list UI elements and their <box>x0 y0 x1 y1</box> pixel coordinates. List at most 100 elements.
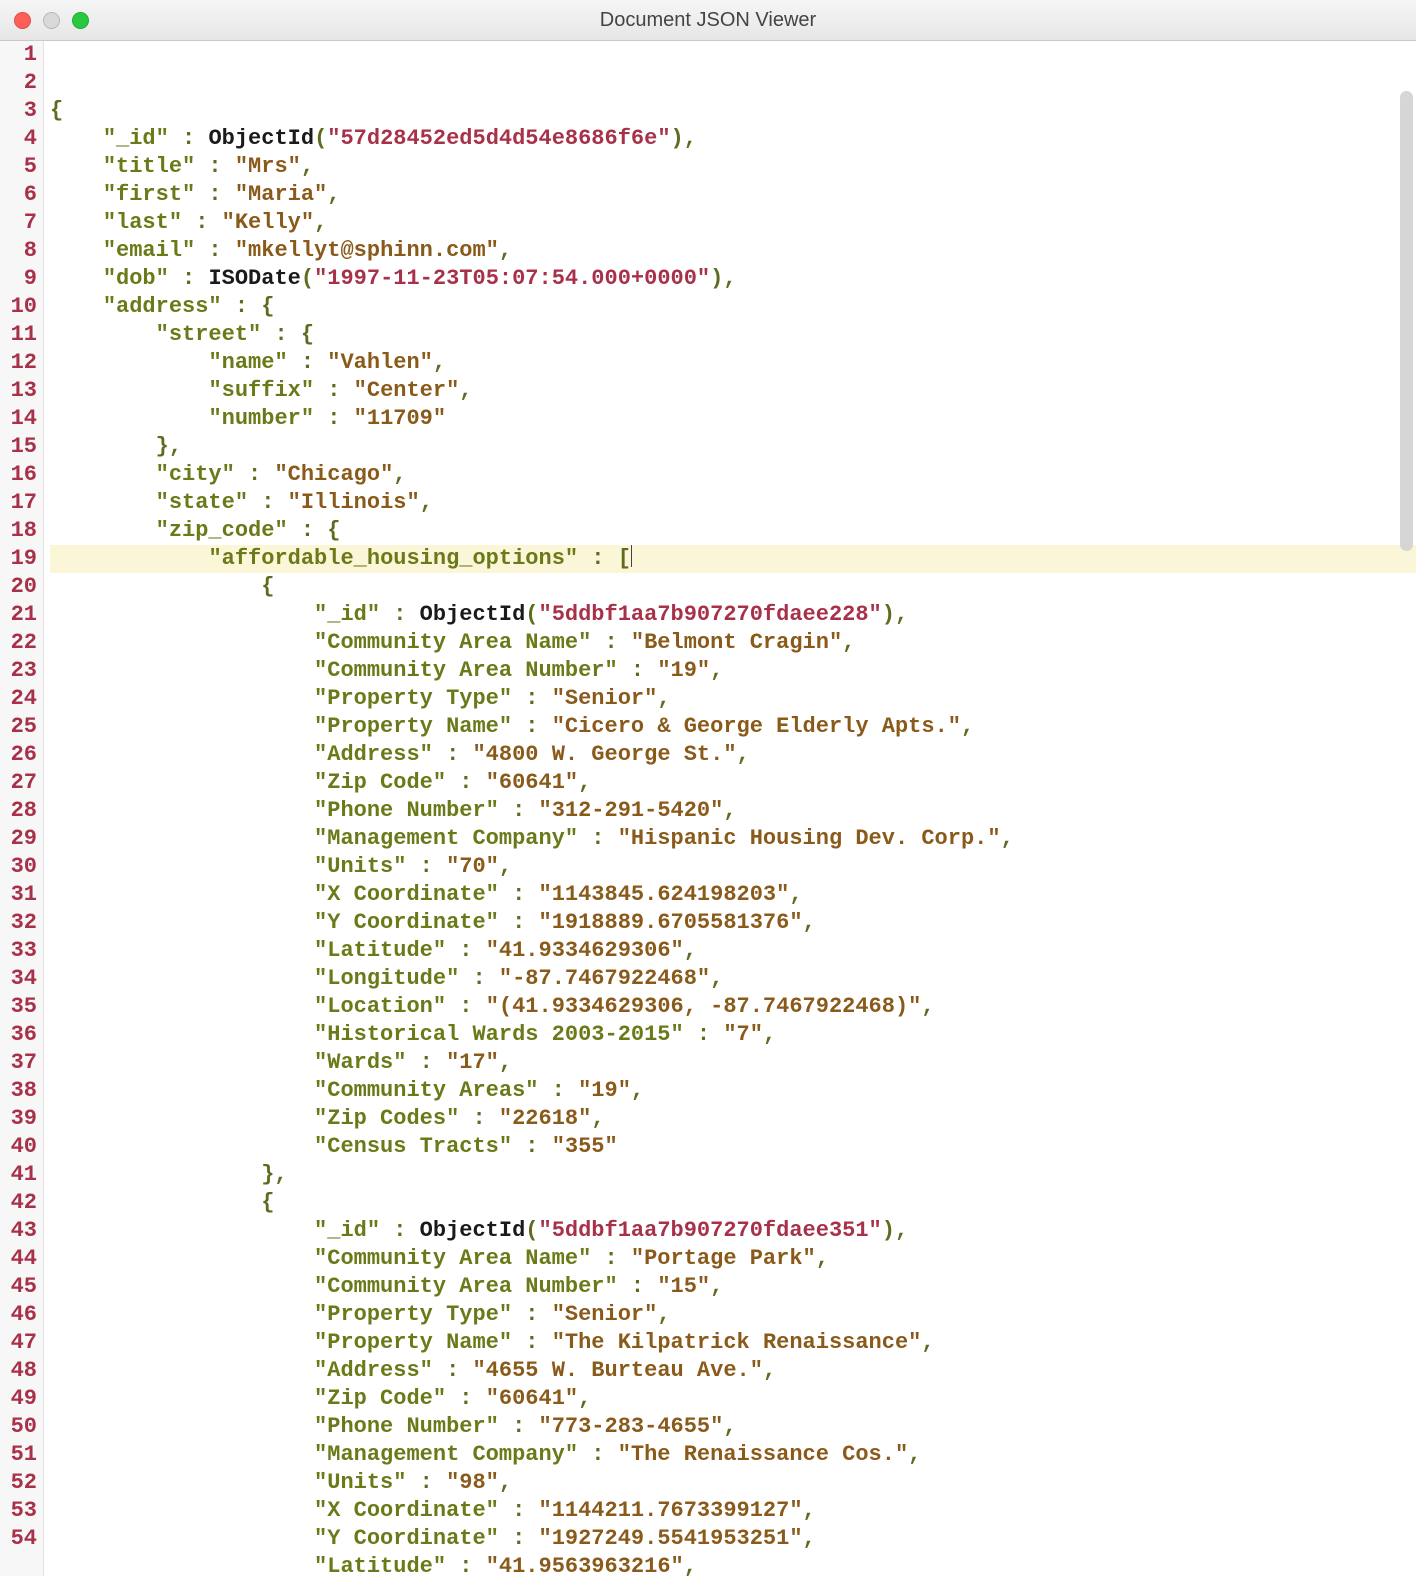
code-line[interactable]: "affordable_housing_options" : [ <box>50 545 1416 573</box>
code-line[interactable]: "Property Name" : "Cicero & George Elder… <box>50 713 1416 741</box>
code-line[interactable]: "Property Type" : "Senior", <box>50 1301 1416 1329</box>
zoom-window-button[interactable] <box>72 12 89 29</box>
close-window-button[interactable] <box>14 12 31 29</box>
token-str: "Illinois" <box>288 490 420 515</box>
token-colon: : <box>618 658 658 683</box>
minimize-window-button[interactable] <box>43 12 60 29</box>
token-punct: , <box>393 462 406 487</box>
code-line[interactable]: "Zip Code" : "60641", <box>50 1385 1416 1413</box>
code-line[interactable]: "Zip Code" : "60641", <box>50 769 1416 797</box>
json-editor[interactable]: 1234567891011121314151617181920212223242… <box>0 41 1416 1576</box>
window-title: Document JSON Viewer <box>0 9 1416 32</box>
code-line[interactable]: "state" : "Illinois", <box>50 489 1416 517</box>
line-number: 17 <box>0 489 37 517</box>
code-line[interactable]: "Property Type" : "Senior", <box>50 685 1416 713</box>
code-line[interactable]: "email" : "mkellyt@sphinn.com", <box>50 237 1416 265</box>
code-line[interactable]: "_id" : ObjectId("57d28452ed5d4d54e8686f… <box>50 125 1416 153</box>
code-line[interactable]: "Community Area Name" : "Portage Park", <box>50 1245 1416 1273</box>
code-line[interactable]: "Longitude" : "-87.7467922468", <box>50 965 1416 993</box>
code-line[interactable]: "zip_code" : { <box>50 517 1416 545</box>
token-key: "Management Company" <box>314 1442 578 1467</box>
token-punct: , <box>710 658 723 683</box>
token-key: "Phone Number" <box>314 1414 499 1439</box>
code-line[interactable]: "Community Area Name" : "Belmont Cragin"… <box>50 629 1416 657</box>
code-line[interactable]: "Census Tracts" : "355" <box>50 1133 1416 1161</box>
code-line[interactable]: "title" : "Mrs", <box>50 153 1416 181</box>
token-str: "Kelly" <box>222 210 314 235</box>
token-ident: ObjectId <box>420 602 526 627</box>
token-punct: { <box>50 98 63 123</box>
code-line[interactable]: }, <box>50 433 1416 461</box>
token-punct: { <box>261 574 274 599</box>
code-line[interactable]: "Latitude" : "41.9334629306", <box>50 937 1416 965</box>
token-key: "Community Areas" <box>314 1078 538 1103</box>
code-line[interactable]: "Units" : "70", <box>50 853 1416 881</box>
token-key: "Zip Code" <box>314 770 446 795</box>
code-line[interactable]: { <box>50 1189 1416 1217</box>
code-line[interactable]: "first" : "Maria", <box>50 181 1416 209</box>
code-line[interactable]: "X Coordinate" : "1144211.7673399127", <box>50 1497 1416 1525</box>
line-number: 1 <box>0 41 37 69</box>
code-line[interactable]: "Wards" : "17", <box>50 1049 1416 1077</box>
code-line[interactable]: "street" : { <box>50 321 1416 349</box>
code-line[interactable]: "Historical Wards 2003-2015" : "7", <box>50 1021 1416 1049</box>
token-key: "Community Area Name" <box>314 1246 591 1271</box>
token-punct: { <box>301 322 314 347</box>
code-line[interactable]: "Community Areas" : "19", <box>50 1077 1416 1105</box>
code-line[interactable]: "Property Name" : "The Kilpatrick Renais… <box>50 1329 1416 1357</box>
token-punct: }, <box>261 1162 287 1187</box>
token-colon: : <box>578 546 618 571</box>
token-colon: : <box>499 798 539 823</box>
line-number: 7 <box>0 209 37 237</box>
code-line[interactable]: "Community Area Number" : "15", <box>50 1273 1416 1301</box>
line-number: 43 <box>0 1217 37 1245</box>
token-punct: { <box>261 294 274 319</box>
token-key: "_id" <box>314 1218 380 1243</box>
code-line[interactable]: "Management Company" : "The Renaissance … <box>50 1441 1416 1469</box>
token-str: "1927249.5541953251" <box>539 1526 803 1551</box>
code-line[interactable]: "number" : "11709" <box>50 405 1416 433</box>
code-line[interactable]: "Management Company" : "Hispanic Housing… <box>50 825 1416 853</box>
code-line[interactable]: "Community Area Number" : "19", <box>50 657 1416 685</box>
vertical-scrollbar[interactable] <box>1400 91 1413 551</box>
code-area[interactable]: { "_id" : ObjectId("57d28452ed5d4d54e868… <box>44 41 1416 1576</box>
code-line[interactable]: "X Coordinate" : "1143845.624198203", <box>50 881 1416 909</box>
code-line[interactable]: "address" : { <box>50 293 1416 321</box>
line-number: 12 <box>0 349 37 377</box>
code-line[interactable]: "_id" : ObjectId("5ddbf1aa7b907270fdaee3… <box>50 1217 1416 1245</box>
token-key: "Property Type" <box>314 686 512 711</box>
token-str: "312-291-5420" <box>539 798 724 823</box>
token-colon: : <box>406 1470 446 1495</box>
code-line[interactable]: "last" : "Kelly", <box>50 209 1416 237</box>
token-key: "X Coordinate" <box>314 882 499 907</box>
token-colon: : <box>446 1386 486 1411</box>
token-punct: , <box>499 1050 512 1075</box>
token-colon: : <box>512 1302 552 1327</box>
code-line[interactable]: "suffix" : "Center", <box>50 377 1416 405</box>
code-line[interactable]: "name" : "Vahlen", <box>50 349 1416 377</box>
code-line[interactable]: "Address" : "4655 W. Burteau Ave.", <box>50 1357 1416 1385</box>
code-line[interactable]: "Phone Number" : "773-283-4655", <box>50 1413 1416 1441</box>
code-line[interactable]: "Y Coordinate" : "1918889.6705581376", <box>50 909 1416 937</box>
code-line[interactable]: "Units" : "98", <box>50 1469 1416 1497</box>
token-key: "email" <box>103 238 195 263</box>
code-line[interactable]: "Zip Codes" : "22618", <box>50 1105 1416 1133</box>
code-line[interactable]: "Latitude" : "41.9563963216", <box>50 1553 1416 1576</box>
code-line[interactable]: { <box>50 573 1416 601</box>
code-line[interactable]: "city" : "Chicago", <box>50 461 1416 489</box>
line-number: 33 <box>0 937 37 965</box>
code-line[interactable]: "Location" : "(41.9334629306, -87.746792… <box>50 993 1416 1021</box>
code-line[interactable]: "_id" : ObjectId("5ddbf1aa7b907270fdaee2… <box>50 601 1416 629</box>
code-line[interactable]: { <box>50 97 1416 125</box>
token-colon: : <box>512 1330 552 1355</box>
token-str: "Senior" <box>552 1302 658 1327</box>
code-line[interactable]: }, <box>50 1161 1416 1189</box>
code-line[interactable]: "Address" : "4800 W. George St.", <box>50 741 1416 769</box>
code-line[interactable]: "Phone Number" : "312-291-5420", <box>50 797 1416 825</box>
token-punct: , <box>499 1470 512 1495</box>
token-colon: : <box>578 826 618 851</box>
code-line[interactable]: "Y Coordinate" : "1927249.5541953251", <box>50 1525 1416 1553</box>
line-number: 29 <box>0 825 37 853</box>
token-ident: ISODate <box>208 266 300 291</box>
code-line[interactable]: "dob" : ISODate("1997-11-23T05:07:54.000… <box>50 265 1416 293</box>
